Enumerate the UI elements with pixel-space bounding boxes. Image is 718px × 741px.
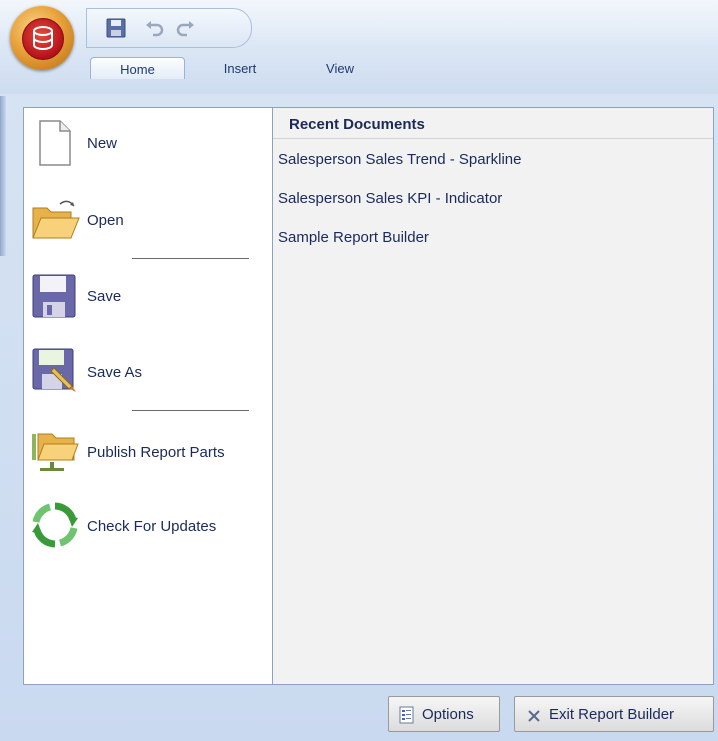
tab-insert[interactable]: Insert bbox=[200, 57, 280, 79]
frame-edge bbox=[0, 96, 6, 256]
menu-commands-pane: New Open Save Save As Publish Report Par… bbox=[24, 108, 273, 684]
redo-icon[interactable] bbox=[175, 17, 197, 39]
save-icon[interactable] bbox=[105, 17, 127, 39]
tab-view-label: View bbox=[326, 61, 354, 76]
menu-separator bbox=[132, 258, 249, 259]
quick-access-toolbar bbox=[86, 8, 252, 48]
options-button-label: Options bbox=[422, 706, 474, 723]
recent-documents-header: Recent Documents bbox=[273, 108, 713, 139]
menu-item-check-for-updates-label: Check For Updates bbox=[87, 518, 217, 535]
save-as-icon bbox=[30, 346, 80, 396]
undo-icon[interactable] bbox=[143, 17, 165, 39]
menu-item-new[interactable]: New bbox=[24, 118, 272, 178]
menu-item-save-as-label: Save As bbox=[87, 364, 143, 381]
menu-item-publish-report-parts[interactable]: Publish Report Parts bbox=[24, 424, 272, 484]
menu-item-save-label: Save bbox=[87, 288, 122, 305]
new-document-icon bbox=[30, 118, 80, 168]
report-builder-logo-icon bbox=[22, 18, 64, 60]
title-bar: Home Insert View bbox=[0, 0, 718, 94]
tab-view[interactable]: View bbox=[310, 57, 370, 79]
exit-report-builder-label: Exit Report Builder bbox=[549, 706, 675, 723]
options-button[interactable]: Options bbox=[388, 696, 500, 732]
menu-item-new-label: New bbox=[87, 135, 118, 152]
tab-home[interactable]: Home bbox=[90, 57, 185, 79]
exit-report-builder-button[interactable]: Exit Report Builder bbox=[514, 696, 714, 732]
tab-insert-label: Insert bbox=[223, 61, 257, 76]
recent-document-item[interactable]: Sample Report Builder bbox=[278, 229, 429, 246]
publish-folder-icon bbox=[30, 424, 80, 474]
recent-document-item[interactable]: Salesperson Sales KPI - Indicator bbox=[278, 190, 502, 207]
menu-separator bbox=[132, 410, 249, 411]
recent-document-item[interactable]: Salesperson Sales Trend - Sparkline bbox=[278, 151, 521, 168]
menu-item-save-as[interactable]: Save As bbox=[24, 346, 272, 406]
close-icon bbox=[527, 709, 541, 727]
menu-item-open-label: Open bbox=[87, 212, 124, 229]
menu-item-publish-report-parts-label: Publish Report Parts bbox=[87, 444, 225, 461]
menu-item-check-for-updates[interactable]: Check For Updates bbox=[24, 500, 272, 560]
recent-documents-pane: Recent Documents Salesperson Sales Trend… bbox=[273, 108, 713, 684]
recent-documents-title: Recent Documents bbox=[289, 116, 425, 133]
save-disk-icon bbox=[30, 272, 80, 322]
options-icon bbox=[399, 706, 415, 728]
menu-item-open[interactable]: Open bbox=[24, 194, 272, 254]
refresh-arrows-icon bbox=[30, 500, 80, 550]
tab-home-label: Home bbox=[120, 62, 155, 77]
menu-item-save[interactable]: Save bbox=[24, 272, 272, 332]
open-folder-icon bbox=[30, 194, 80, 244]
application-menu-panel: New Open Save Save As Publish Report Par… bbox=[23, 107, 714, 685]
application-button[interactable] bbox=[10, 6, 74, 70]
